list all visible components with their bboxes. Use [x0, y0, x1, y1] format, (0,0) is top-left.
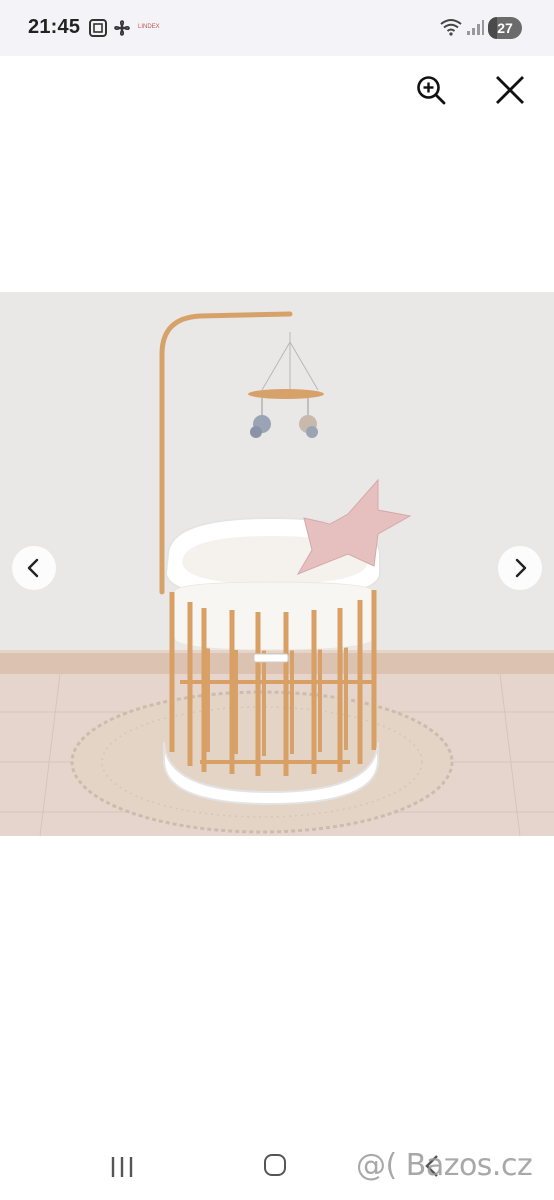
- battery-level: 27: [497, 20, 513, 36]
- status-bar: 21:45 LINDEX 27: [0, 0, 554, 56]
- product-photo[interactable]: [0, 292, 554, 836]
- close-icon: [496, 76, 524, 104]
- wifi-icon: [440, 18, 462, 41]
- brand-label: LINDEX: [138, 24, 160, 30]
- system-nav-bar: @( Bazos.cz: [0, 1130, 554, 1200]
- zoom-in-icon: [417, 76, 446, 105]
- next-image-button[interactable]: [498, 546, 542, 590]
- home-button[interactable]: [264, 1154, 286, 1176]
- close-button[interactable]: [490, 70, 530, 110]
- battery-icon: 27: [488, 17, 522, 39]
- pinwheel-icon: [112, 18, 132, 38]
- signal-icon: [466, 20, 484, 41]
- recents-icon: [111, 1157, 133, 1177]
- watermark: @( Bazos.cz: [356, 1148, 533, 1183]
- screenshot-icon: [88, 18, 108, 38]
- zoom-in-button[interactable]: [411, 70, 451, 110]
- chevron-right-icon: [515, 558, 527, 578]
- chevron-left-icon: [27, 558, 39, 578]
- recents-button[interactable]: [110, 1156, 134, 1183]
- status-time: 21:45: [28, 16, 81, 38]
- previous-image-button[interactable]: [12, 546, 56, 590]
